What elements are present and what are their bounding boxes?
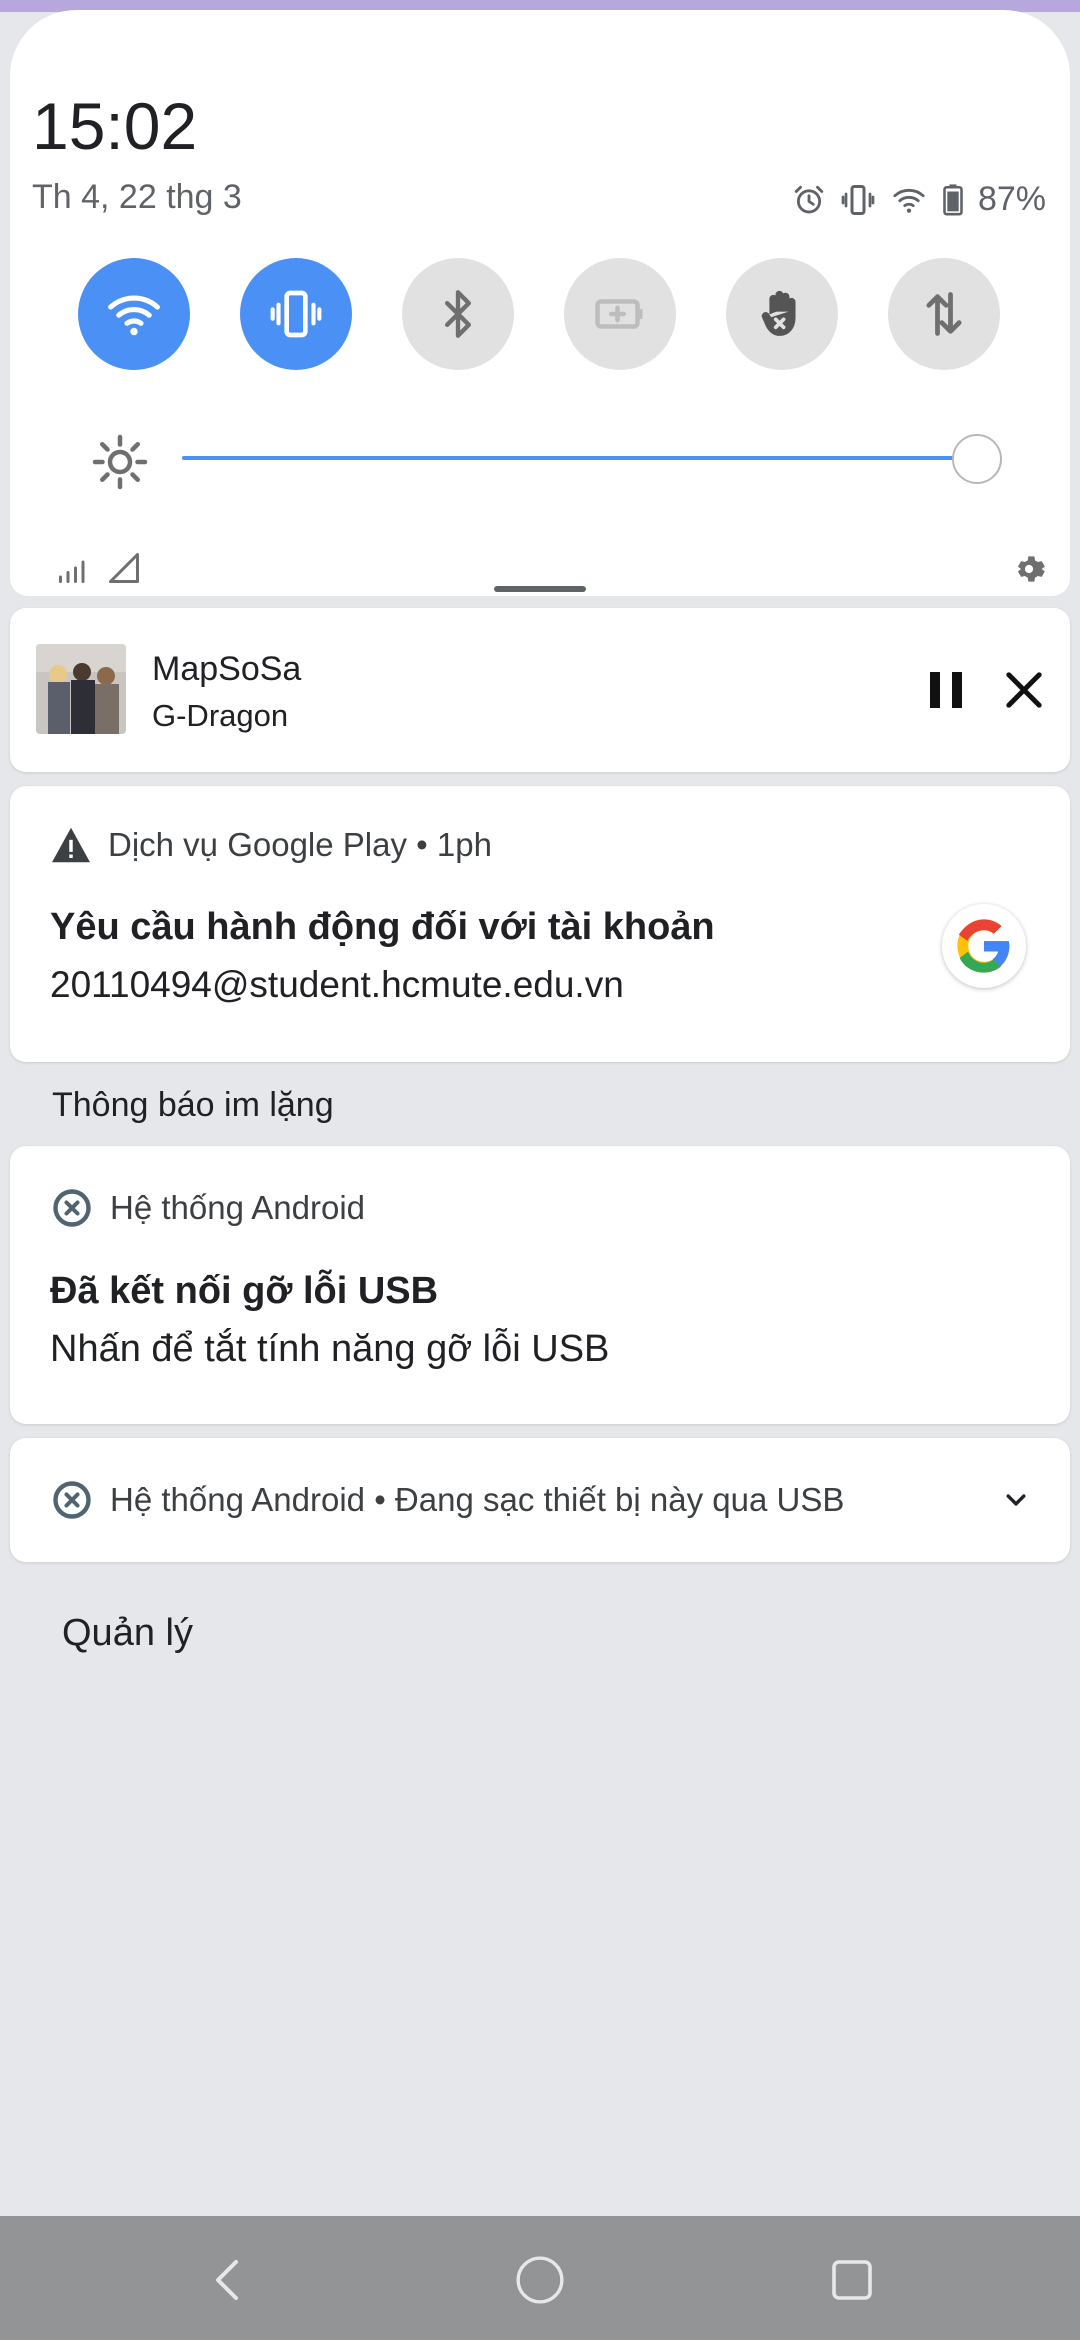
notification-title: Đã kết nối gỡ lỗi USB bbox=[50, 1270, 439, 1312]
brightness-slider[interactable] bbox=[182, 456, 1000, 460]
vibrate-icon bbox=[841, 184, 875, 215]
home-button[interactable] bbox=[510, 2250, 570, 2310]
media-notification[interactable]: MapSoSa G-Dragon bbox=[10, 608, 1070, 772]
bluetooth-icon bbox=[445, 290, 471, 338]
usb-debugging-notification[interactable]: Hệ thống Android Đã kết nối gỡ lỗi USB N… bbox=[10, 1146, 1070, 1424]
wifi-icon bbox=[108, 295, 160, 336]
quick-settings-panel: 15:02 Th 4, 22 thg 3 87% bbox=[10, 10, 1070, 596]
tile-do-not-disturb[interactable] bbox=[726, 258, 838, 370]
wifi-icon bbox=[893, 188, 925, 213]
notification-header: Hệ thống Android bbox=[50, 1186, 365, 1230]
google-logo bbox=[942, 904, 1026, 988]
notification-text: Nhấn để tắt tính năng gỡ lỗi USB bbox=[50, 1328, 610, 1370]
notification-title: Yêu cầu hành động đối với tài khoản bbox=[50, 906, 715, 948]
close-icon bbox=[1006, 672, 1042, 708]
expand-button[interactable] bbox=[994, 1478, 1038, 1522]
android-system-icon bbox=[53, 1189, 91, 1227]
google-play-notification[interactable]: Dịch vụ Google Play • 1ph Yêu cầu hành đ… bbox=[10, 786, 1070, 1062]
brightness-icon bbox=[92, 434, 148, 490]
home-icon bbox=[516, 2256, 564, 2304]
settings-gear-icon[interactable] bbox=[1010, 550, 1048, 588]
pause-icon bbox=[930, 672, 962, 708]
panel-drag-handle[interactable] bbox=[494, 586, 586, 592]
android-system-icon bbox=[53, 1481, 91, 1519]
warning-icon bbox=[52, 827, 90, 863]
manage-notifications-button[interactable]: Quản lý bbox=[62, 1612, 193, 1655]
navigation-bar bbox=[0, 2216, 1080, 2340]
battery-saver-icon bbox=[595, 299, 643, 329]
back-button[interactable] bbox=[198, 2250, 258, 2310]
alarm-icon bbox=[794, 185, 824, 213]
recents-button[interactable] bbox=[822, 2250, 882, 2310]
vibrate-icon bbox=[270, 290, 322, 338]
do-not-disturb-hand-icon bbox=[761, 290, 796, 336]
tile-mobile-data[interactable] bbox=[888, 258, 1000, 370]
mobile-data-icon bbox=[926, 292, 962, 336]
notification-app-line: Hệ thống Android bbox=[110, 1189, 366, 1226]
notification-header: Dịch vụ Google Play • 1ph bbox=[50, 826, 492, 864]
usb-charging-notification[interactable]: Hệ thống Android • Đang sạc thiết bị này… bbox=[10, 1438, 1070, 1562]
notification-header: Hệ thống Android • Đang sạc thiết bị này… bbox=[50, 1478, 844, 1522]
tile-bluetooth[interactable] bbox=[402, 258, 514, 370]
close-media-button[interactable] bbox=[994, 660, 1054, 720]
brightness-slider-thumb[interactable] bbox=[952, 434, 1002, 484]
media-artist: G-Dragon bbox=[152, 698, 289, 733]
album-art bbox=[36, 644, 126, 734]
notification-app-line: Hệ thống Android • Đang sạc thiết bị này… bbox=[110, 1481, 845, 1518]
clock-date: Th 4, 22 thg 3 bbox=[32, 178, 242, 216]
battery-percent: 87% bbox=[977, 180, 1046, 218]
quick-settings-tiles bbox=[78, 258, 1022, 370]
back-icon bbox=[216, 2260, 238, 2300]
notification-app-line: Dịch vụ Google Play • 1ph bbox=[108, 826, 492, 863]
media-title: MapSoSa bbox=[152, 650, 302, 688]
pause-button[interactable] bbox=[916, 660, 976, 720]
recents-icon bbox=[832, 2260, 872, 2300]
tile-vibrate[interactable] bbox=[240, 258, 352, 370]
status-icons: 87% bbox=[792, 180, 1046, 219]
tile-battery-saver[interactable] bbox=[564, 258, 676, 370]
google-g-icon bbox=[957, 919, 1010, 973]
notification-text: 20110494@student.hcmute.edu.vn bbox=[50, 964, 624, 1005]
chevron-down-icon bbox=[1006, 1494, 1026, 1506]
no-sim-data-icon bbox=[109, 553, 139, 583]
signal-strength-icon bbox=[59, 560, 85, 583]
clock-time: 15:02 bbox=[32, 89, 198, 163]
tile-wifi[interactable] bbox=[78, 258, 190, 370]
battery-icon bbox=[943, 183, 963, 215]
silent-notifications-header: Thông báo im lặng bbox=[52, 1086, 334, 1124]
